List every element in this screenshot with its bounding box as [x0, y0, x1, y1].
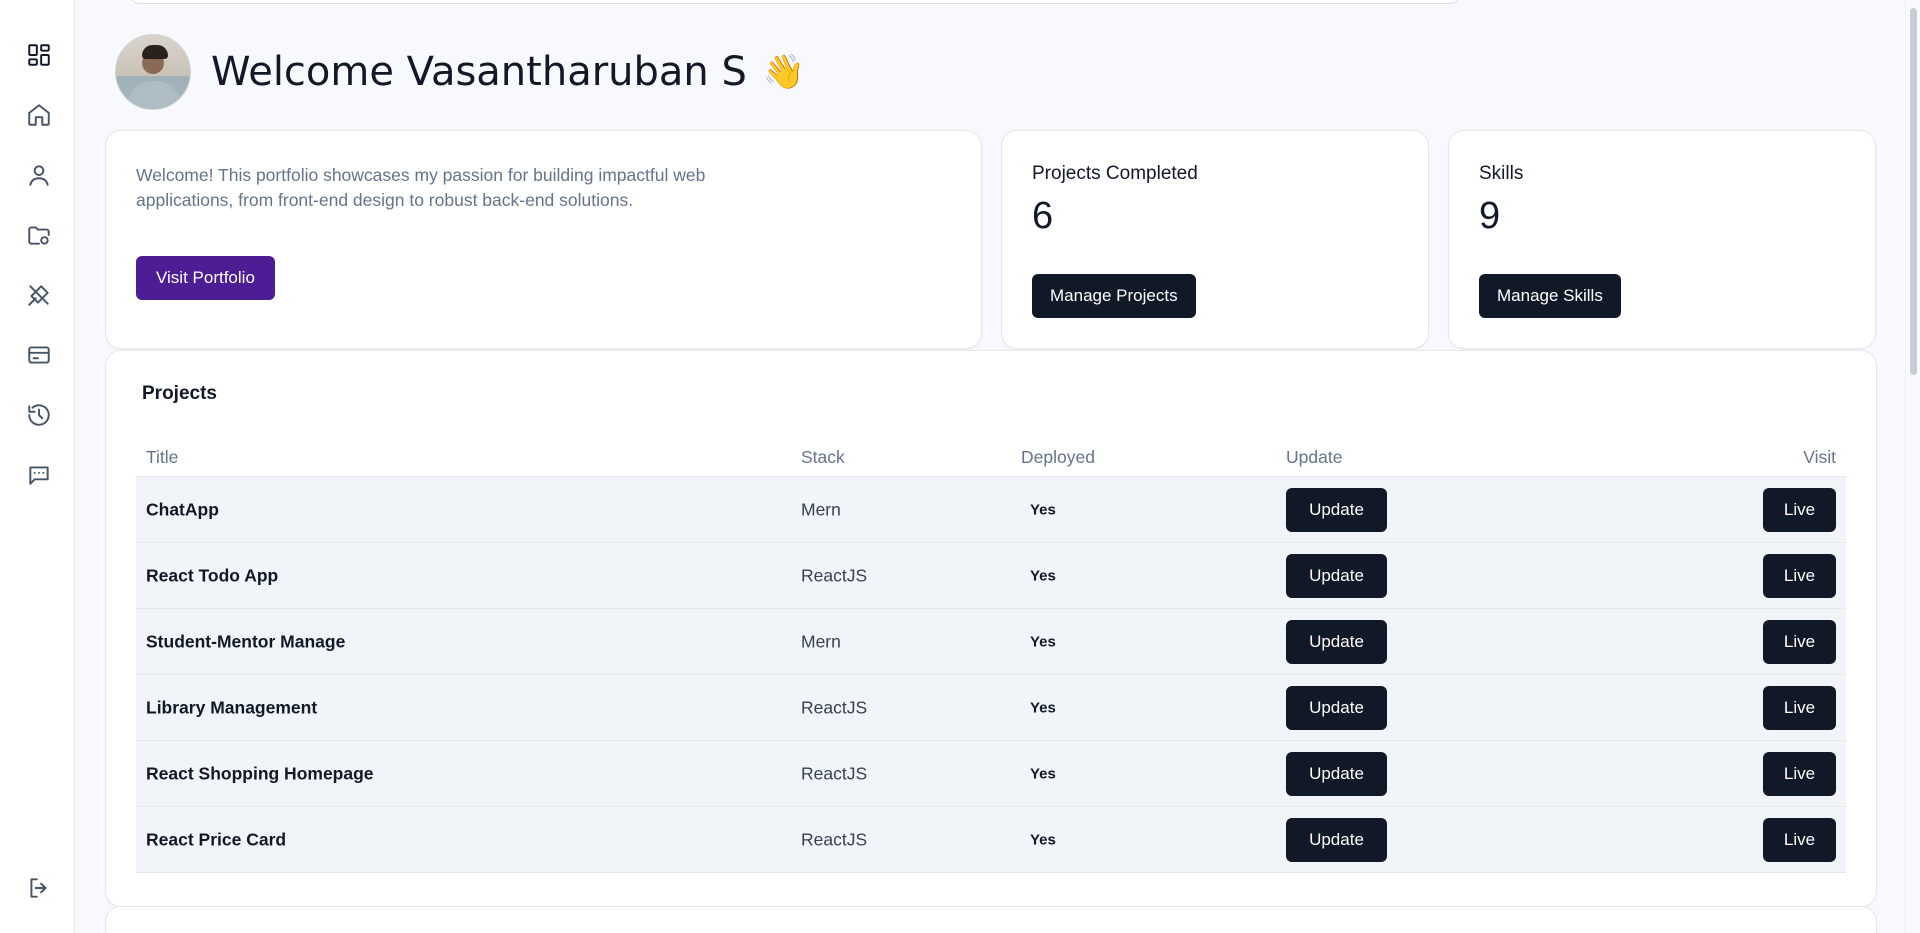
project-deployed: Yes: [1030, 765, 1056, 782]
update-button[interactable]: Update: [1286, 751, 1387, 796]
table-row: React Price Card ReactJS Yes Update Live: [136, 807, 1846, 873]
project-deployed: Yes: [1030, 699, 1056, 716]
project-title: ChatApp: [146, 499, 219, 519]
dashboard-icon[interactable]: [24, 40, 54, 70]
update-button[interactable]: Update: [1286, 487, 1387, 532]
logout-icon[interactable]: [24, 873, 54, 903]
project-title: React Shopping Homepage: [146, 763, 374, 783]
projects-completed-count: 6: [1032, 195, 1054, 237]
project-stack: Mern: [801, 499, 841, 519]
column-title: Title: [146, 447, 179, 467]
message-icon[interactable]: [24, 460, 54, 490]
live-button[interactable]: Live: [1763, 751, 1836, 796]
vertical-scrollbar[interactable]: [1905, 0, 1920, 933]
column-stack: Stack: [801, 447, 845, 467]
skills-count: 9: [1479, 195, 1501, 237]
table-row: React Todo App ReactJS Yes Update Live: [136, 543, 1846, 609]
wave-emoji: 👋: [762, 53, 806, 91]
column-visit: Visit: [1803, 447, 1836, 467]
project-deployed: Yes: [1030, 501, 1056, 518]
user-icon[interactable]: [24, 160, 54, 190]
project-title: Student-Mentor Manage: [146, 631, 346, 651]
projects-title: Projects: [142, 383, 217, 404]
project-stack: ReactJS: [801, 763, 868, 783]
intro-text: Welcome! This portfolio showcases my pas…: [136, 165, 706, 210]
page-title: Welcome Vasantharuban S: [211, 49, 747, 95]
project-stack: ReactJS: [801, 697, 868, 717]
projects-table: Title Stack Deployed Update Visit ChatAp…: [136, 437, 1846, 873]
project-title: React Price Card: [146, 829, 287, 849]
project-stack: ReactJS: [801, 829, 868, 849]
project-title: Library Management: [146, 697, 318, 717]
projects-completed-card: Projects Completed 6 Manage Projects: [1001, 130, 1429, 349]
top-search-bar-edge[interactable]: [130, 0, 1460, 4]
projects-card: Projects Title Stack Deployed Update Vis…: [105, 350, 1877, 907]
intro-card: Welcome! This portfolio showcases my pas…: [105, 130, 982, 349]
home-icon[interactable]: [24, 100, 54, 130]
project-deployed: Yes: [1030, 831, 1056, 848]
table-row: React Shopping Homepage ReactJS Yes Upda…: [136, 741, 1846, 807]
project-deployed: Yes: [1030, 633, 1056, 650]
scroll-thumb[interactable]: [1910, 8, 1917, 375]
skills-label: Skills: [1479, 163, 1524, 184]
table-row: ChatApp Mern Yes Update Live: [136, 477, 1846, 543]
visit-portfolio-button[interactable]: Visit Portfolio: [136, 256, 275, 300]
next-section-card: [105, 906, 1877, 933]
manage-projects-button[interactable]: Manage Projects: [1032, 274, 1196, 318]
welcome-header: Welcome Vasantharuban S 👋: [115, 34, 805, 110]
live-button[interactable]: Live: [1763, 685, 1836, 730]
live-button[interactable]: Live: [1763, 553, 1836, 598]
project-title: React Todo App: [146, 565, 279, 585]
project-deployed: Yes: [1030, 567, 1056, 584]
table-row: Student-Mentor Manage Mern Yes Update Li…: [136, 609, 1846, 675]
project-stack: Mern: [801, 631, 841, 651]
update-button[interactable]: Update: [1286, 619, 1387, 664]
live-button[interactable]: Live: [1763, 817, 1836, 862]
live-button[interactable]: Live: [1763, 487, 1836, 532]
update-button[interactable]: Update: [1286, 553, 1387, 598]
column-update: Update: [1286, 447, 1343, 467]
column-deployed: Deployed: [1021, 447, 1095, 467]
folder-settings-icon[interactable]: [24, 220, 54, 250]
live-button[interactable]: Live: [1763, 619, 1836, 664]
manage-skills-button[interactable]: Manage Skills: [1479, 274, 1621, 318]
update-button[interactable]: Update: [1286, 685, 1387, 730]
card-icon[interactable]: [24, 340, 54, 370]
history-icon[interactable]: [24, 400, 54, 430]
skills-card: Skills 9 Manage Skills: [1448, 130, 1876, 349]
sidebar: [0, 0, 75, 933]
avatar: [115, 34, 191, 110]
update-button[interactable]: Update: [1286, 817, 1387, 862]
projects-completed-label: Projects Completed: [1032, 163, 1198, 184]
project-stack: ReactJS: [801, 565, 868, 585]
table-row: Library Management ReactJS Yes Update Li…: [136, 675, 1846, 741]
tools-icon[interactable]: [24, 280, 54, 310]
table-header: Title Stack Deployed Update Visit: [136, 437, 1846, 477]
